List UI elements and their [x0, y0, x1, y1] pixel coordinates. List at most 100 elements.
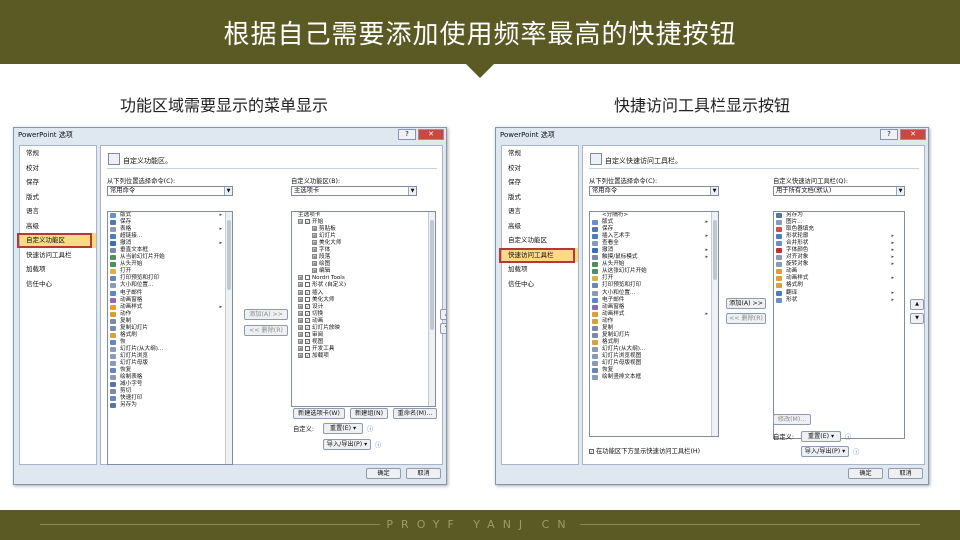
expand-icon[interactable]: ⊞ — [298, 317, 303, 323]
list-item[interactable]: <分隔符> — [590, 212, 718, 219]
ok-button[interactable]: 确定 — [366, 468, 401, 479]
list-item[interactable]: 动画窗格 — [590, 304, 718, 311]
list-item[interactable]: 形状 ▸ — [774, 297, 904, 304]
tab-checkbox[interactable]: ✓ — [305, 289, 310, 295]
tree-item[interactable]: ⊞ ✓ 审阅 — [294, 331, 435, 339]
ribbon-tabs-tree[interactable]: 主选项卡 ⊟ ✓ 开始 ⊞ 剪贴板 ⊞ 幻灯片 ⊞ 美化大师 ⊞ 字体 ⊞ 段落 ⊞ 绘图 ⊞ 编辑 ⊞ Nordri… — [291, 211, 436, 407]
nav-item[interactable]: 版式 — [20, 190, 96, 205]
list-item[interactable]: 复制幻灯片 — [590, 332, 718, 339]
tree-item[interactable]: ⊞ 形状 (自定义) — [294, 282, 435, 289]
tree-scrollbar[interactable] — [428, 212, 435, 406]
commands-scrollbar[interactable] — [711, 212, 718, 436]
tree-item[interactable]: ⊞ 美化大师 — [294, 296, 435, 304]
tab-checkbox[interactable] — [305, 282, 310, 288]
list-item[interactable]: 动作 — [108, 311, 232, 318]
tree-item[interactable]: ⊞ 编辑 — [294, 268, 435, 275]
qat-items-list[interactable]: 另存为 图片... 取色器填充 形状轮廓 ▸ 合并形状 ▸ 字体颜色 ▸ 对齐对象 ▸ 旋转对象 ▸ 动画… — [773, 211, 905, 439]
tab-checkbox[interactable] — [305, 345, 310, 351]
ok-button[interactable]: 确定 — [848, 468, 883, 479]
nav-item[interactable]: 自定义功能区 — [502, 233, 578, 248]
tree-item[interactable]: ⊞ 字体 — [294, 247, 435, 254]
list-item[interactable]: 幻灯片(从大纲)... — [590, 346, 718, 353]
expand-icon[interactable]: ⊞ — [298, 310, 303, 316]
list-item[interactable]: 另存为 — [108, 402, 232, 409]
tree-item[interactable]: ⊞ ✓ 视图 — [294, 338, 435, 346]
tree-item[interactable]: ⊞ 绘图 — [294, 261, 435, 268]
tab-checkbox[interactable] — [305, 275, 310, 281]
add-button[interactable]: 添加(A) >> — [244, 309, 288, 320]
nav-item[interactable]: 高级 — [502, 219, 578, 234]
tree-item[interactable]: ⊞ ✓ 幻灯片放映 — [294, 324, 435, 332]
list-item[interactable]: 格式刷 — [590, 339, 718, 346]
tab-checkbox[interactable]: ✓ — [305, 303, 310, 309]
expand-icon[interactable]: ⊞ — [298, 352, 303, 358]
nav-item[interactable]: 语言 — [502, 204, 578, 219]
list-item[interactable]: 另存为 — [774, 212, 904, 219]
tree-item[interactable]: ⊞ ✓ 设计 — [294, 303, 435, 311]
list-item[interactable]: 幻灯片浏览 — [108, 353, 232, 360]
list-item[interactable]: 电子邮件 — [108, 290, 232, 297]
tab-checkbox[interactable]: ✓ — [305, 324, 310, 330]
nav-item[interactable]: 常规 — [502, 146, 578, 161]
nav-item[interactable]: 快速访问工具栏 — [20, 248, 96, 263]
list-item[interactable]: 动画样式 ▸ — [108, 304, 232, 311]
commands-list[interactable]: 版式 ▸ 保存 表格 ▸ 超链接... 撤消 ▸ 垂直文本框 从当前幻灯片开始 从头开始 打开 打印预览… — [107, 211, 233, 465]
add-button[interactable]: 添加(A) >> — [726, 298, 766, 309]
expand-icon[interactable]: ⊞ — [298, 331, 303, 337]
expand-icon[interactable]: ⊞ — [298, 296, 303, 302]
reset-dropdown[interactable]: 重置(E) ▾ — [801, 431, 841, 442]
expand-icon[interactable]: ⊞ — [312, 254, 317, 260]
move-down-button[interactable]: ▼ — [440, 323, 446, 334]
tab-checkbox[interactable]: ✓ — [305, 331, 310, 337]
remove-button[interactable]: << 删除(R) — [726, 313, 766, 324]
expand-icon[interactable]: ⊞ — [312, 226, 317, 232]
expand-icon[interactable]: ⊞ — [312, 261, 317, 267]
new-tab-button[interactable]: 新建选项卡(W) — [293, 408, 345, 419]
new-group-button[interactable]: 新建组(N) — [350, 408, 388, 419]
rename-button[interactable]: 重命名(M)... — [393, 408, 437, 419]
list-item[interactable]: 打印预览和打印 — [590, 282, 718, 289]
move-up-button[interactable]: ▲ — [910, 299, 924, 310]
tree-item[interactable]: ⊞ 剪贴板 — [294, 226, 435, 233]
nav-item[interactable]: 加载项 — [20, 262, 96, 277]
list-item[interactable]: 动画样式 ▸ — [590, 311, 718, 318]
tree-item[interactable]: ⊞ 段落 — [294, 254, 435, 261]
expand-icon[interactable]: ⊞ — [298, 324, 303, 330]
nav-item[interactable]: 加载项 — [502, 262, 578, 277]
move-down-button[interactable]: ▼ — [910, 313, 924, 324]
expand-icon[interactable]: ⊞ — [298, 345, 303, 351]
import-export-dropdown[interactable]: 导入/导出(P) ▾ — [801, 446, 849, 457]
nav-item[interactable]: 校对 — [502, 161, 578, 176]
close-button[interactable]: ✕ — [418, 129, 444, 140]
list-item[interactable]: 翻译 ▸ — [774, 290, 904, 297]
nav-item[interactable]: 语言 — [20, 204, 96, 219]
list-item[interactable]: 动画窗格 — [108, 297, 232, 304]
tree-item[interactable]: ⊞ ✓ 动画 — [294, 317, 435, 325]
import-export-dropdown[interactable]: 导入/导出(P) ▾ — [323, 439, 371, 450]
tab-checkbox[interactable] — [305, 296, 310, 302]
list-item[interactable]: 幻灯片浏览视图 — [590, 353, 718, 360]
tree-item[interactable]: ⊞ 开发工具 — [294, 345, 435, 353]
list-item[interactable]: 大小和位置... — [108, 282, 232, 289]
help-button[interactable]: ? — [880, 129, 898, 140]
list-item[interactable]: 复制 — [108, 318, 232, 325]
tab-checkbox[interactable]: ✓ — [305, 338, 310, 344]
cancel-button[interactable]: 取消 — [406, 468, 441, 479]
nav-item[interactable]: 版式 — [502, 190, 578, 205]
expand-icon[interactable]: ⊞ — [312, 233, 317, 239]
tree-item[interactable]: ⊞ ✓ 加载项 — [294, 352, 435, 360]
expand-icon[interactable]: ⊞ — [298, 289, 303, 295]
expand-icon[interactable]: ⊞ — [298, 282, 303, 288]
close-button[interactable]: ✕ — [900, 129, 926, 140]
tree-item[interactable]: ⊞ 幻灯片 — [294, 233, 435, 240]
tab-checkbox[interactable]: ✓ — [305, 352, 310, 358]
expand-icon[interactable]: ⊞ — [298, 275, 303, 281]
list-item[interactable]: 格式刷 — [108, 332, 232, 339]
list-item[interactable]: 恢 — [108, 339, 232, 346]
expand-icon[interactable]: ⊞ — [298, 303, 303, 309]
tree-item[interactable]: ⊞ ✓ 切换 — [294, 310, 435, 318]
reset-dropdown[interactable]: 重置(E) ▾ — [323, 423, 363, 434]
list-item[interactable]: 幻灯片(从大纲)... — [108, 346, 232, 353]
nav-item[interactable]: 常规 — [20, 146, 96, 161]
expand-icon[interactable]: ⊟ — [298, 219, 303, 225]
